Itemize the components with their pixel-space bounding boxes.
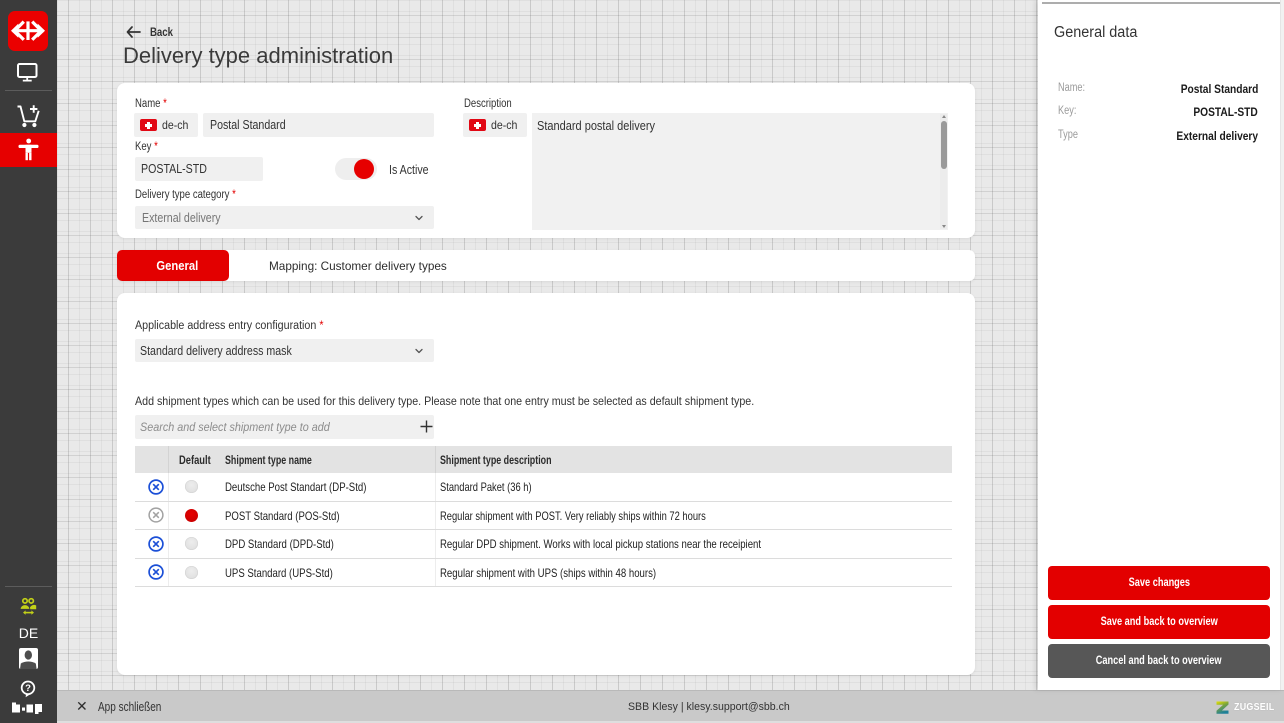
svg-text:?: ? — [25, 683, 31, 694]
